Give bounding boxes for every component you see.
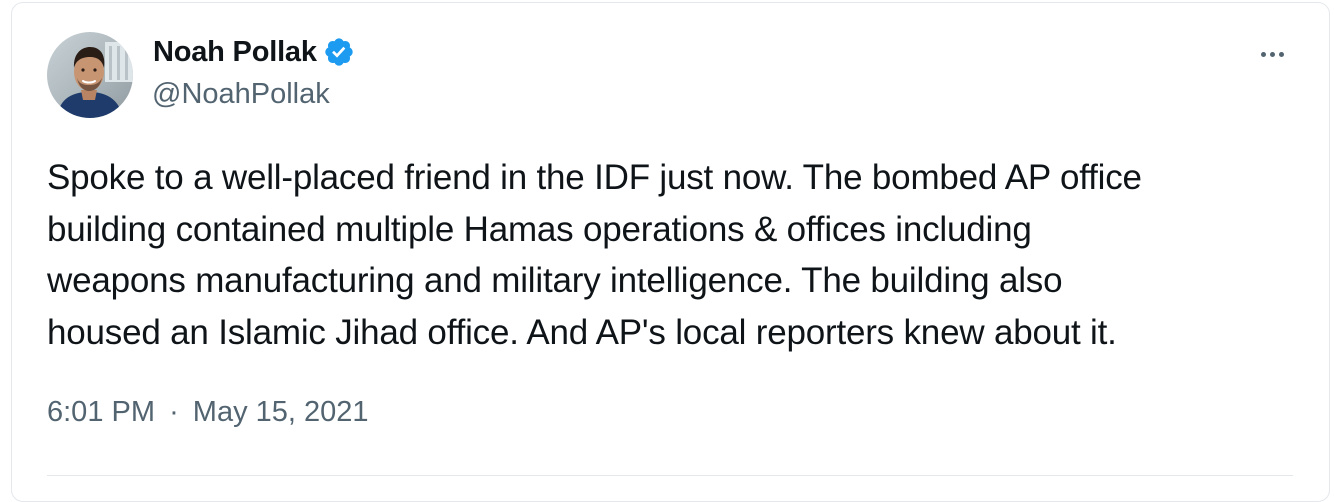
tweet-line: housed an Islamic Jihad office. And AP's… [47,312,1117,352]
tweet-line: building contained multiple Hamas operat… [47,209,1032,249]
tweet-date-link[interactable]: May 15, 2021 [193,396,369,428]
dot [1278,51,1284,57]
author-name[interactable]: Noah Pollak [153,36,317,69]
verified-badge-icon [323,36,355,68]
tweet-line: Spoke to a well-placed friend in the IDF… [47,158,1142,197]
dot [1269,51,1275,57]
avatar[interactable] [47,32,133,118]
timestamp-separator: · [169,396,179,428]
author-row: Noah Pollak [153,33,355,71]
tweet-time-link[interactable]: 6:01 PM [47,396,155,428]
tweet-text: Spoke to a well-placed friend in the IDF… [47,152,1297,358]
dot [1260,51,1266,57]
divider [47,475,1293,476]
tweet-line: weapons manufacturing and military intel… [47,261,1063,300]
tweet-timestamp: 6:01 PM · May 15, 2021 [47,396,369,429]
author-handle[interactable]: @NoahPollak [152,78,330,111]
avatar-photo [47,32,133,118]
more-options-icon[interactable] [1252,44,1292,64]
